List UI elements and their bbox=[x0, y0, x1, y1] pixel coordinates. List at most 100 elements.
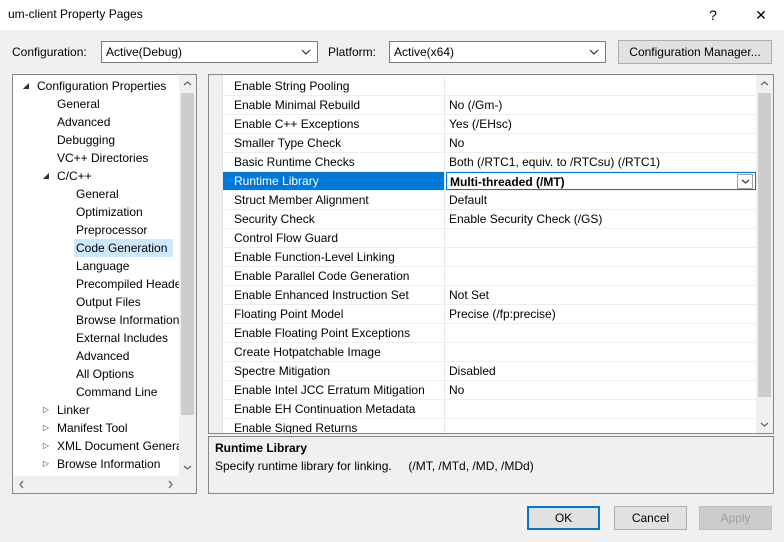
property-value[interactable]: Disabled bbox=[446, 362, 756, 380]
tree-item[interactable]: Command Line bbox=[74, 383, 163, 401]
property-name[interactable]: Enable Signed Returns bbox=[223, 419, 445, 433]
platform-combo[interactable]: Active(x64) bbox=[389, 41, 606, 63]
property-name[interactable]: Enable Floating Point Exceptions bbox=[223, 324, 445, 342]
tree-item[interactable]: Debugging bbox=[55, 131, 121, 149]
property-value[interactable] bbox=[446, 324, 756, 342]
expand-arrow-icon[interactable]: ▷ bbox=[41, 419, 51, 437]
tree-vertical-scrollbar[interactable] bbox=[179, 75, 196, 476]
grid-scroll-thumb[interactable] bbox=[758, 93, 771, 397]
property-name[interactable]: Spectre Mitigation bbox=[223, 362, 445, 380]
property-grid[interactable]: Enable String Pooling Enable Minimal Rebu… bbox=[208, 74, 774, 434]
configuration-combo[interactable]: Active(Debug) bbox=[101, 41, 318, 63]
scroll-up-icon[interactable] bbox=[756, 75, 773, 92]
tree-item[interactable]: Optimization bbox=[74, 203, 149, 221]
property-name[interactable]: Smaller Type Check bbox=[223, 134, 445, 152]
tree-item[interactable]: All Options bbox=[74, 365, 140, 383]
property-row[interactable]: Enable C++ Exceptions Yes (/EHsc) bbox=[223, 115, 756, 134]
property-row[interactable]: Enable EH Continuation Metadata bbox=[223, 400, 756, 419]
tree-horizontal-scrollbar[interactable] bbox=[13, 476, 179, 493]
property-value[interactable]: No bbox=[446, 381, 756, 399]
apply-button[interactable]: Apply bbox=[699, 506, 772, 530]
property-name[interactable]: Basic Runtime Checks bbox=[223, 153, 445, 171]
property-name[interactable]: Runtime Library bbox=[223, 172, 445, 190]
property-name[interactable]: Enable Parallel Code Generation bbox=[223, 267, 445, 285]
property-tree[interactable]: ◢ Configuration Properties General Advanced… bbox=[12, 74, 197, 494]
property-row[interactable]: Struct Member Alignment Default bbox=[223, 191, 756, 210]
tree-scroll-thumb[interactable] bbox=[181, 93, 194, 415]
property-name[interactable]: Floating Point Model bbox=[223, 305, 445, 323]
tree-item[interactable]: Code Generation bbox=[74, 239, 174, 257]
property-value[interactable] bbox=[446, 343, 756, 361]
cancel-button[interactable]: Cancel bbox=[614, 506, 687, 530]
property-row[interactable]: Enable Intel JCC Erratum Mitigation No bbox=[223, 381, 756, 400]
property-value[interactable]: Precise (/fp:precise) bbox=[446, 305, 756, 323]
property-value[interactable] bbox=[446, 248, 756, 266]
property-name[interactable]: Struct Member Alignment bbox=[223, 191, 445, 209]
tree-item[interactable]: Advanced bbox=[55, 113, 116, 131]
property-row[interactable]: Floating Point Model Precise (/fp:precise… bbox=[223, 305, 756, 324]
property-value[interactable]: Not Set bbox=[446, 286, 756, 304]
property-row[interactable]: Smaller Type Check No bbox=[223, 134, 756, 153]
scroll-right-icon[interactable] bbox=[162, 476, 179, 493]
property-value[interactable]: No (/Gm-) bbox=[446, 96, 756, 114]
tree-item[interactable]: Language bbox=[74, 257, 135, 275]
property-row[interactable]: Control Flow Guard bbox=[223, 229, 756, 248]
property-row[interactable]: Enable Minimal Rebuild No (/Gm-) bbox=[223, 96, 756, 115]
property-value[interactable]: No bbox=[446, 134, 756, 152]
tree-item[interactable]: VC++ Directories bbox=[55, 149, 154, 167]
property-name[interactable]: Create Hotpatchable Image bbox=[223, 343, 445, 361]
expand-arrow-icon[interactable]: ▷ bbox=[41, 437, 51, 455]
property-value[interactable] bbox=[446, 77, 756, 95]
help-button[interactable]: ? bbox=[690, 0, 736, 30]
property-value[interactable] bbox=[446, 267, 756, 285]
property-row[interactable]: Basic Runtime Checks Both (/RTC1, equiv. … bbox=[223, 153, 756, 172]
close-button[interactable]: ✕ bbox=[738, 0, 784, 30]
scroll-down-icon[interactable] bbox=[756, 416, 773, 433]
property-row[interactable]: Runtime Library Multi-threaded (/MT) bbox=[223, 172, 756, 191]
property-name[interactable]: Enable EH Continuation Metadata bbox=[223, 400, 445, 418]
property-value[interactable]: Enable Security Check (/GS) bbox=[446, 210, 756, 228]
property-row[interactable]: Spectre Mitigation Disabled bbox=[223, 362, 756, 381]
property-row[interactable]: Enable String Pooling bbox=[223, 77, 756, 96]
property-name[interactable]: Enable Intel JCC Erratum Mitigation bbox=[223, 381, 445, 399]
tree-item[interactable]: Precompiled Heade bbox=[74, 275, 187, 293]
property-value[interactable]: Multi-threaded (/MT) bbox=[446, 172, 756, 190]
tree-item[interactable]: External Includes bbox=[74, 329, 174, 347]
expand-arrow-icon[interactable]: ▷ bbox=[41, 401, 51, 419]
property-name[interactable]: Control Flow Guard bbox=[223, 229, 445, 247]
property-name[interactable]: Enable String Pooling bbox=[223, 77, 445, 95]
property-row[interactable]: Create Hotpatchable Image bbox=[223, 343, 756, 362]
tree-item[interactable]: Browse Information bbox=[74, 311, 185, 329]
property-name[interactable]: Enable C++ Exceptions bbox=[223, 115, 445, 133]
property-value[interactable] bbox=[446, 400, 756, 418]
scroll-left-icon[interactable] bbox=[13, 476, 30, 493]
property-row[interactable]: Enable Enhanced Instruction Set Not Set bbox=[223, 286, 756, 305]
property-row[interactable]: Enable Function-Level Linking bbox=[223, 248, 756, 267]
property-row[interactable]: Enable Floating Point Exceptions bbox=[223, 324, 756, 343]
tree-item[interactable]: Configuration Properties bbox=[35, 77, 172, 95]
chevron-down-icon[interactable] bbox=[737, 174, 753, 189]
tree-item[interactable]: Output Files bbox=[74, 293, 147, 311]
property-name[interactable]: Enable Minimal Rebuild bbox=[223, 96, 445, 114]
property-name[interactable]: Enable Enhanced Instruction Set bbox=[223, 286, 445, 304]
property-row[interactable]: Security Check Enable Security Check (/GS… bbox=[223, 210, 756, 229]
collapse-arrow-icon[interactable]: ◢ bbox=[21, 77, 31, 95]
collapse-arrow-icon[interactable]: ◢ bbox=[41, 167, 51, 185]
property-row[interactable]: Enable Signed Returns bbox=[223, 419, 756, 433]
expand-arrow-icon[interactable]: ▷ bbox=[41, 455, 51, 473]
tree-item[interactable]: Preprocessor bbox=[74, 221, 153, 239]
property-value[interactable] bbox=[446, 229, 756, 247]
property-row[interactable]: Enable Parallel Code Generation bbox=[223, 267, 756, 286]
tree-item[interactable]: XML Document Genera bbox=[55, 437, 189, 455]
tree-item[interactable]: Advanced bbox=[74, 347, 135, 365]
tree-item[interactable]: Manifest Tool bbox=[55, 419, 133, 437]
property-value[interactable]: Yes (/EHsc) bbox=[446, 115, 756, 133]
scroll-down-icon[interactable] bbox=[179, 459, 196, 476]
tree-item[interactable]: Browse Information bbox=[55, 455, 166, 473]
property-name[interactable]: Enable Function-Level Linking bbox=[223, 248, 445, 266]
tree-item[interactable]: General bbox=[74, 185, 125, 203]
tree-item[interactable]: Linker bbox=[55, 401, 96, 419]
scroll-up-icon[interactable] bbox=[179, 75, 196, 92]
configuration-manager-button[interactable]: Configuration Manager... bbox=[618, 40, 772, 64]
property-value[interactable]: Both (/RTC1, equiv. to /RTCsu) (/RTC1) bbox=[446, 153, 756, 171]
